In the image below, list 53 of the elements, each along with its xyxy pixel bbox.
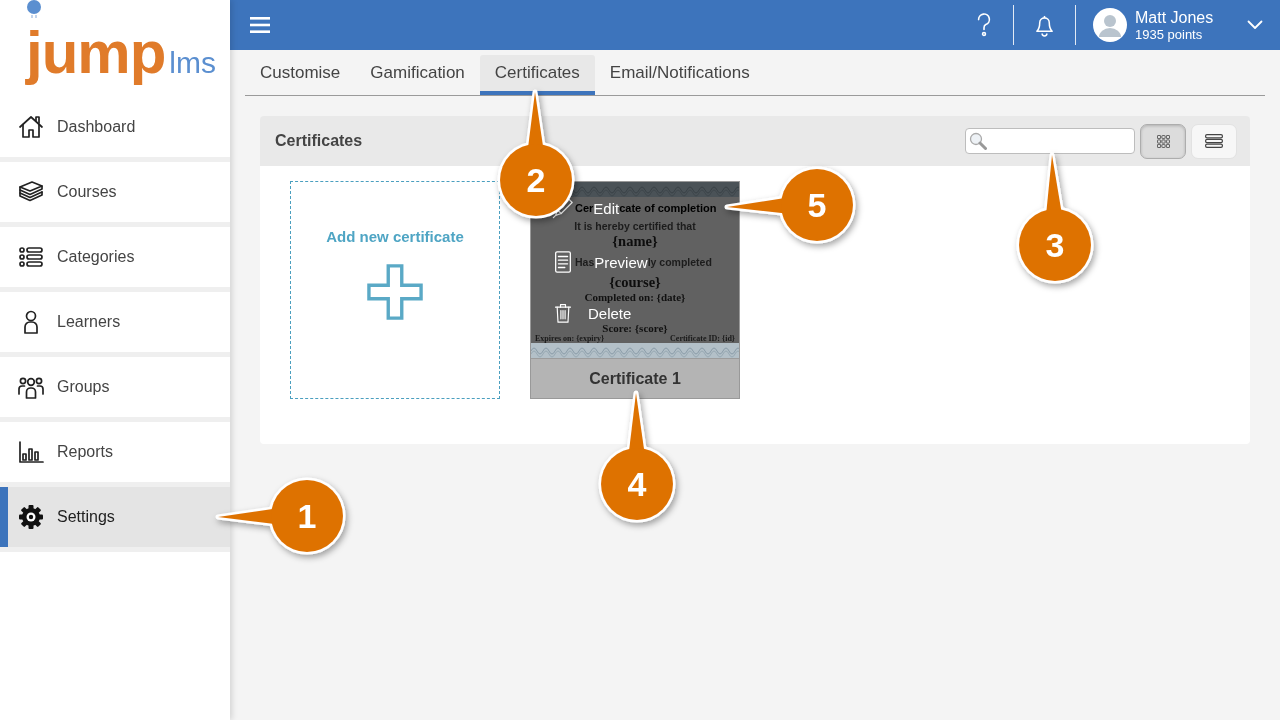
certificate-text-fragment: Has	[575, 256, 595, 268]
certificate-name: Certificate 1	[531, 358, 739, 398]
plus-icon	[367, 264, 423, 320]
course-token: {course}	[609, 274, 661, 290]
certificate-text-fragment: ly completed	[647, 256, 712, 268]
sidebar-item[interactable]: Categories	[0, 227, 230, 292]
logo-suffix: lms	[169, 46, 216, 81]
view-toggle-button[interactable]	[1140, 123, 1186, 159]
sidebar-item[interactable]: Settings	[0, 487, 230, 552]
expiry-text: Expires on: {expiry}	[535, 334, 605, 343]
user-avatar[interactable]	[1093, 8, 1127, 42]
gear-icon	[18, 504, 44, 530]
tab[interactable]: Customise	[245, 55, 356, 95]
user-points: 1935 points	[1135, 26, 1203, 43]
callout-number: 3	[1045, 226, 1065, 264]
certificate-text: It is hereby certified that	[574, 220, 696, 232]
bar-chart-icon	[18, 439, 44, 465]
sidebar-item[interactable]: Groups	[0, 357, 230, 422]
name-token: {name}	[612, 233, 658, 249]
bell-icon[interactable]	[1034, 13, 1055, 37]
panel-title: Certificates	[275, 132, 363, 150]
callout-number: 1	[297, 497, 317, 535]
certificate-title-fragment: Cer	[575, 201, 594, 215]
tab[interactable]: Gamification	[355, 55, 480, 95]
sidebar-item[interactable]: Dashboard	[0, 97, 230, 162]
logo-wordmark: jump	[26, 18, 166, 87]
list-icon	[18, 244, 44, 270]
document-icon[interactable]	[552, 251, 574, 273]
home-icon	[18, 114, 44, 140]
sidebar-item[interactable]: Reports	[0, 422, 230, 487]
callout-number: 4	[627, 465, 647, 503]
user-name: Matt Jones	[1135, 7, 1214, 27]
certificate-title-fragment: cate of completion	[619, 201, 717, 215]
menu-item[interactable]: Preview	[594, 254, 648, 270]
search-field[interactable]	[965, 128, 1135, 154]
tab[interactable]: Certificates	[479, 55, 595, 95]
completed-date-text: Completed on: {date}	[584, 292, 686, 303]
trash-icon[interactable]	[553, 303, 573, 323]
search-icon	[969, 132, 987, 150]
rows-icon	[1205, 134, 1223, 148]
certificate-id-text: Certificate ID: {id}	[670, 334, 735, 343]
menu-icon[interactable]	[250, 17, 270, 33]
menu-item[interactable]: Edit	[593, 200, 620, 216]
ball-icon	[26, 0, 42, 18]
menu-item[interactable]: Delete	[588, 305, 632, 321]
callout-number: 5	[807, 186, 827, 224]
chevron-down-icon[interactable]	[1247, 20, 1263, 30]
sidebar-item[interactable]: Learners	[0, 292, 230, 357]
help-icon[interactable]	[975, 12, 993, 38]
sidebar-item[interactable]: Courses	[0, 162, 230, 227]
tab[interactable]: Email/Notifications	[594, 55, 765, 95]
grid-icon	[1156, 134, 1170, 148]
score-text: Score: {score}	[602, 323, 668, 334]
